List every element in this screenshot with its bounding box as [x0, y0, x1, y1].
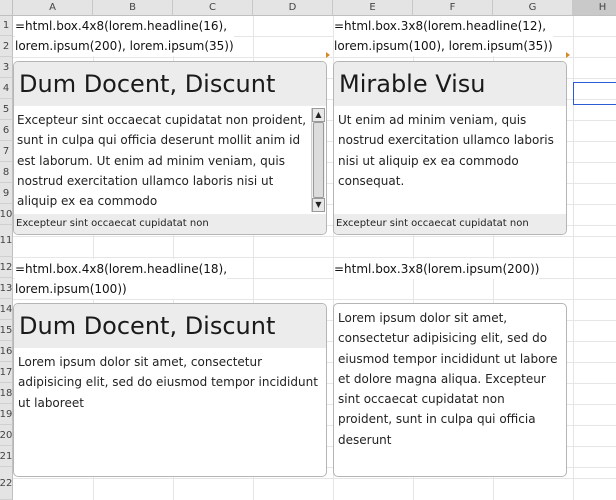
html-box-1: Dum Docent, Discunt Excepteur sint occae… — [13, 61, 327, 235]
row-header-5[interactable]: 5 — [0, 99, 13, 120]
column-header-e[interactable]: E — [333, 0, 413, 16]
column-header-c[interactable]: C — [173, 0, 253, 16]
row-header-12[interactable]: 12 — [0, 257, 13, 278]
row-header-10[interactable]: 10 — [0, 204, 13, 225]
row-header-9[interactable]: 9 — [0, 183, 13, 204]
box-body: Ut enim ad minim veniam, quis nostrud ex… — [338, 113, 554, 188]
row-header-17[interactable]: 17 — [0, 362, 13, 383]
box-headline: Dum Docent, Discunt — [14, 304, 326, 348]
row-header-3[interactable]: 3 — [0, 57, 13, 78]
row-header-13[interactable]: 13 — [0, 278, 13, 299]
row-header-18[interactable]: 18 — [0, 383, 13, 404]
grid-line — [13, 57, 616, 58]
row-header-20[interactable]: 20 — [0, 425, 13, 446]
select-all-corner[interactable] — [0, 0, 13, 16]
cell-a12-formula[interactable]: =html.box.4x8(lorem.headline(18), lorem.… — [15, 259, 228, 299]
grid-line — [13, 478, 616, 479]
scroll-up-icon[interactable]: ▲ — [312, 108, 325, 122]
column-header-b[interactable]: B — [93, 0, 173, 16]
box-headline: Dum Docent, Discunt — [14, 62, 326, 106]
box-scrollbar[interactable]: ▲ ▼ — [311, 108, 325, 212]
box-footer: Excepteur sint occaecat cupidatat non — [334, 214, 566, 234]
column-header-g[interactable]: G — [493, 0, 573, 16]
row-header-8[interactable]: 8 — [0, 162, 13, 183]
html-box-2: Mirable Visu Ut enim ad minim veniam, qu… — [333, 61, 567, 235]
column-header-d[interactable]: D — [253, 0, 333, 16]
row-header-16[interactable]: 16 — [0, 341, 13, 362]
row-header-22[interactable]: 22 — [0, 467, 13, 500]
scroll-down-icon[interactable]: ▼ — [312, 198, 325, 212]
html-box-4: Lorem ipsum dolor sit amet, consectetur … — [333, 303, 567, 477]
box-body: Lorem ipsum dolor sit amet, consectetur … — [338, 311, 558, 447]
box-body: Lorem ipsum dolor sit amet, consectetur … — [18, 355, 318, 410]
row-header-2[interactable]: 2 — [0, 36, 13, 57]
cell-a1-formula[interactable]: =html.box.4x8(lorem.headline(16), lorem.… — [15, 16, 234, 56]
overflow-arrow-icon — [566, 52, 570, 58]
row-header-7[interactable]: 7 — [0, 141, 13, 162]
row-header-19[interactable]: 19 — [0, 404, 13, 425]
column-header-f[interactable]: F — [413, 0, 493, 16]
grid-line — [13, 236, 616, 237]
row-header-4[interactable]: 4 — [0, 78, 13, 99]
cell-e12-formula[interactable]: =html.box.3x8(lorem.ipsum(200)) — [334, 259, 540, 279]
grid-line — [13, 299, 616, 300]
column-header-a[interactable]: A — [13, 0, 93, 16]
box-headline: Mirable Visu — [334, 62, 566, 106]
grid-line — [13, 257, 616, 258]
row-header-11[interactable]: 11 — [0, 225, 13, 257]
selected-cell[interactable] — [573, 82, 616, 105]
html-box-3: Dum Docent, Discunt Lorem ipsum dolor si… — [13, 303, 327, 477]
box-body: Excepteur sint occaecat cupidatat non pr… — [17, 113, 307, 209]
row-header-6[interactable]: 6 — [0, 120, 13, 141]
column-header-h[interactable]: H — [573, 0, 616, 16]
scroll-thumb[interactable] — [313, 122, 324, 198]
row-header-14[interactable]: 14 — [0, 299, 13, 320]
cell-e1-formula[interactable]: =html.box.3x8(lorem.headline(12), lorem.… — [334, 16, 553, 56]
box-footer: Excepteur sint occaecat cupidatat non — [14, 214, 326, 234]
row-header-21[interactable]: 21 — [0, 446, 13, 467]
overflow-arrow-icon — [326, 52, 330, 58]
row-header-1[interactable]: 1 — [0, 16, 13, 36]
row-header-15[interactable]: 15 — [0, 320, 13, 341]
